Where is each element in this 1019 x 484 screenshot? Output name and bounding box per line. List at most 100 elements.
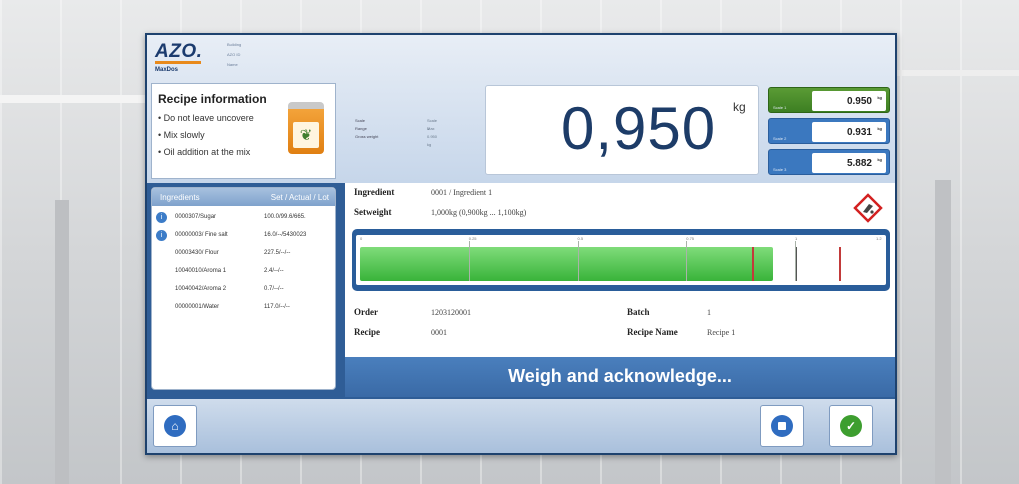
scale-meta-info: Scale Scale 1 Range Max Gross weight 0.9… <box>355 117 437 147</box>
progress-gridline <box>468 241 470 281</box>
weighing-progress-bar: 0 0.25 0.5 0.75 1 1.2 <box>352 229 890 291</box>
ingredient-jar-image: ❦ <box>288 102 324 154</box>
azo-logo: AZO. MaxDos Building AZO ID Name <box>153 39 273 79</box>
ingredient-name: 00000003/ Fine salt <box>175 232 228 238</box>
progress-track: 0 0.25 0.5 0.75 1 1.2 <box>356 235 886 285</box>
stop-button[interactable] <box>760 405 804 447</box>
background-column <box>55 200 69 484</box>
setweight-label: Setweight <box>354 207 392 217</box>
tolerance-marker <box>838 247 841 281</box>
scale-1-button[interactable]: Scale 1 0.950 kg <box>768 87 890 113</box>
ingredient-value: 0001 / Ingredient 1 <box>431 188 493 197</box>
ingredient-values: 100.0/99.6/665. <box>264 214 306 220</box>
scale-label: Scale 1 <box>773 105 787 110</box>
stop-icon <box>771 415 793 437</box>
recipe-name-value: Recipe 1 <box>707 328 736 337</box>
acknowledge-message: Weigh and acknowledge... <box>508 366 732 386</box>
scale-value: 0.931 <box>846 127 872 138</box>
ingredients-header-label: Ingredients <box>160 193 200 202</box>
logo-product: MaxDos <box>155 67 179 73</box>
progress-fill <box>360 247 774 281</box>
current-weight: 0,950 <box>561 95 717 162</box>
ingredient-name: 10040042/Aroma 2 <box>175 286 227 292</box>
ingredient-values: 16.0/--/5430023 <box>264 232 307 238</box>
ingredient-row[interactable]: 00003430/ Flour 227.5/--/-- <box>152 246 335 262</box>
scale-value: 0.950 <box>846 96 872 107</box>
logo-brand: AZO. <box>155 41 203 62</box>
progress-tick-label: 1.2 <box>876 236 882 241</box>
ingredient-label: Ingredient <box>354 187 395 197</box>
logo-meta: Name <box>227 62 238 67</box>
ingredients-list-header: Ingredients Set / Actual / Lot <box>152 188 335 206</box>
batch-label: Batch <box>627 307 650 317</box>
ingredient-row[interactable]: 10040010/Aroma 1 2.4/--/-- <box>152 264 335 280</box>
recipe-info-item: Mix slowly <box>158 127 254 144</box>
scale-value-box: 0.950 <box>812 91 886 111</box>
acknowledge-button[interactable]: ✓ <box>829 405 873 447</box>
ingredient-row[interactable]: 10040042/Aroma 2 0.7/--/-- <box>152 282 335 298</box>
recipe-label: Recipe <box>354 327 380 337</box>
scale-meta-row: Range Max <box>355 125 435 133</box>
background-light-beam <box>880 70 1019 76</box>
scale-meta-value: Max <box>427 126 435 131</box>
progress-tick-label: 0.75 <box>686 236 695 241</box>
scale-unit: kg <box>877 126 882 131</box>
progress-gridline <box>795 241 796 281</box>
recipe-info-title: Recipe information <box>158 92 267 106</box>
ingredient-row[interactable]: i 00000003/ Fine salt 16.0/--/5430023 <box>152 228 335 244</box>
ingredient-name: 00000001/Water <box>175 304 220 310</box>
logo-underline <box>155 61 201 64</box>
recipe-info-item: Do not leave uncovere <box>158 110 254 127</box>
scale-label: Scale 2 <box>773 136 787 141</box>
ingredient-row[interactable]: 00000001/Water 117.0/--/-- <box>152 300 335 316</box>
weight-unit: kg <box>733 100 746 114</box>
ingredient-values: 0.7/--/-- <box>264 286 284 292</box>
scale-meta-row: Gross weight 0.950 kg <box>355 133 437 147</box>
acknowledge-banner: Weigh and acknowledge... <box>345 357 895 397</box>
scale-unit: kg <box>877 95 882 100</box>
scale-value-box: 5.882 <box>812 153 886 173</box>
progress-tick-label: 0 <box>360 236 363 241</box>
order-label: Order <box>354 307 378 317</box>
logo-meta: AZO ID <box>227 52 241 57</box>
ingredient-name: 00003430/ Flour <box>175 250 219 256</box>
scale-2-button[interactable]: Scale 2 0.931 kg <box>768 118 890 144</box>
weighing-detail-panel: Ingredient 0001 / Ingredient 1 Setweight… <box>345 183 895 357</box>
weight-display: 0,950 kg <box>485 85 759 175</box>
progress-gridline <box>686 241 688 281</box>
scale-meta-label: Gross weight <box>355 134 379 139</box>
recipe-info-list: Do not leave uncovere Mix slowly Oil add… <box>158 110 254 161</box>
recipe-info-item: Oil addition at the mix <box>158 144 254 161</box>
logo-meta: Building <box>227 42 242 47</box>
background-light-beam <box>0 95 150 103</box>
scale-3-button[interactable]: Scale 3 5.882 kg <box>768 149 890 175</box>
ingredient-row[interactable]: i 0000307/Sugar 100.0/99.6/665. <box>152 210 335 226</box>
scale-value: 5.882 <box>846 158 872 169</box>
background-column <box>935 180 951 484</box>
ingredient-name: 0000307/Sugar <box>175 214 217 220</box>
info-icon: i <box>156 230 167 241</box>
home-button[interactable]: ⌂ <box>153 405 197 447</box>
progress-gridline <box>577 241 579 281</box>
recipe-information-card: Recipe information Do not leave uncovere… <box>151 83 336 179</box>
set-actual-lot-header: Set / Actual / Lot <box>270 193 329 202</box>
ingredient-name: 10040010/Aroma 1 <box>175 268 227 274</box>
footer-toolbar: ⌂ ✓ <box>147 399 895 453</box>
scale-meta-row: Scale Scale 1 <box>355 117 437 131</box>
herb-icon: ❦ <box>293 122 319 148</box>
terminal-window: AZO. MaxDos Building AZO ID Name Recipe … <box>145 33 897 455</box>
scale-meta-label: Scale <box>355 118 366 123</box>
home-icon: ⌂ <box>164 415 186 437</box>
scale-unit: kg <box>877 157 882 162</box>
scale-meta-value: 0.950 kg <box>427 134 438 147</box>
progress-tick-label: 0.25 <box>468 236 477 241</box>
scale-label: Scale 3 <box>773 167 787 172</box>
info-icon: i <box>156 212 167 223</box>
checkmark-icon: ✓ <box>840 415 862 437</box>
ingredients-list-panel: Ingredients Set / Actual / Lot i 0000307… <box>151 187 336 390</box>
scale-meta-label: Range <box>355 126 367 131</box>
setweight-value: 1,000kg (0,900kg ... 1,100kg) <box>431 208 527 217</box>
ingredient-values: 117.0/--/-- <box>264 304 290 310</box>
tolerance-marker <box>751 247 754 281</box>
ingredient-values: 227.5/--/-- <box>264 250 291 256</box>
